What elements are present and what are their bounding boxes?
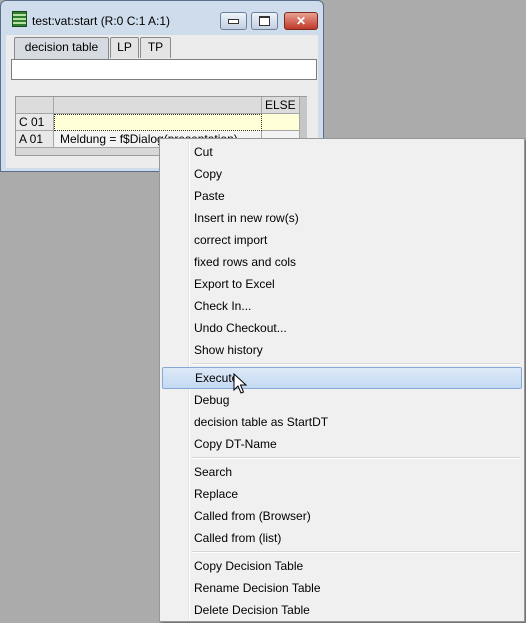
menu-item-execute[interactable]: Execute — [162, 367, 522, 389]
grid-corner-cell — [16, 97, 54, 114]
mouse-pointer-icon — [233, 373, 248, 394]
menu-item-fixed-rows-cols[interactable]: fixed rows and cols — [162, 251, 522, 273]
close-icon: ✕ — [295, 14, 307, 28]
menu-item-export-excel[interactable]: Export to Excel — [162, 273, 522, 295]
menu-separator — [192, 551, 520, 553]
window-titlebar[interactable]: test:vat:start (R:0 C:1 A:1) ✕ — [1, 1, 323, 35]
menu-separator — [192, 363, 520, 365]
menu-item-correct-import[interactable]: correct import — [162, 229, 522, 251]
menu-item-called-from-browser[interactable]: Called from (Browser) — [162, 505, 522, 527]
row-header-c01[interactable]: C 01 — [16, 114, 54, 131]
tab-tp[interactable]: TP — [140, 37, 171, 58]
window-title: test:vat:start (R:0 C:1 A:1) — [32, 14, 171, 28]
menu-item-check-in[interactable]: Check In... — [162, 295, 522, 317]
maximize-icon — [259, 16, 270, 26]
table-app-icon — [12, 11, 27, 27]
menu-item-paste[interactable]: Paste — [162, 185, 522, 207]
menu-item-copy-dt-name[interactable]: Copy DT-Name — [162, 433, 522, 455]
menu-item-replace[interactable]: Replace — [162, 483, 522, 505]
menu-item-rename-decision-table[interactable]: Rename Decision Table — [162, 577, 522, 599]
condition-cell-c01[interactable] — [54, 114, 262, 131]
menu-item-search[interactable]: Search — [162, 461, 522, 483]
row-header-a01[interactable]: A 01 — [16, 131, 54, 148]
menu-item-called-from-list[interactable]: Called from (list) — [162, 527, 522, 549]
menu-item-undo-checkout[interactable]: Undo Checkout... — [162, 317, 522, 339]
menu-item-cut[interactable]: Cut — [162, 141, 522, 163]
else-cell-c01[interactable] — [262, 114, 300, 131]
else-column-header[interactable]: ELSE — [262, 97, 300, 114]
grid-column-header[interactable] — [54, 97, 262, 114]
menu-item-copy-decision-table[interactable]: Copy Decision Table — [162, 555, 522, 577]
menu-item-insert-new-rows[interactable]: Insert in new row(s) — [162, 207, 522, 229]
menu-separator — [192, 457, 520, 459]
menu-item-delete-decision-table[interactable]: Delete Decision Table — [162, 599, 522, 621]
tab-decision-table[interactable]: decision table — [14, 37, 109, 59]
menu-item-debug[interactable]: Debug — [162, 389, 522, 411]
menu-item-copy[interactable]: Copy — [162, 163, 522, 185]
close-button[interactable]: ✕ — [284, 12, 318, 30]
menu-item-show-history[interactable]: Show history — [162, 339, 522, 361]
minimize-button[interactable] — [220, 12, 247, 30]
minimize-icon — [228, 18, 239, 24]
maximize-button[interactable] — [251, 12, 278, 30]
formula-input[interactable] — [11, 59, 317, 80]
tab-lp[interactable]: LP — [110, 37, 139, 58]
menu-item-as-start-dt[interactable]: decision table as StartDT — [162, 411, 522, 433]
context-menu: Cut Copy Paste Insert in new row(s) corr… — [159, 138, 525, 622]
